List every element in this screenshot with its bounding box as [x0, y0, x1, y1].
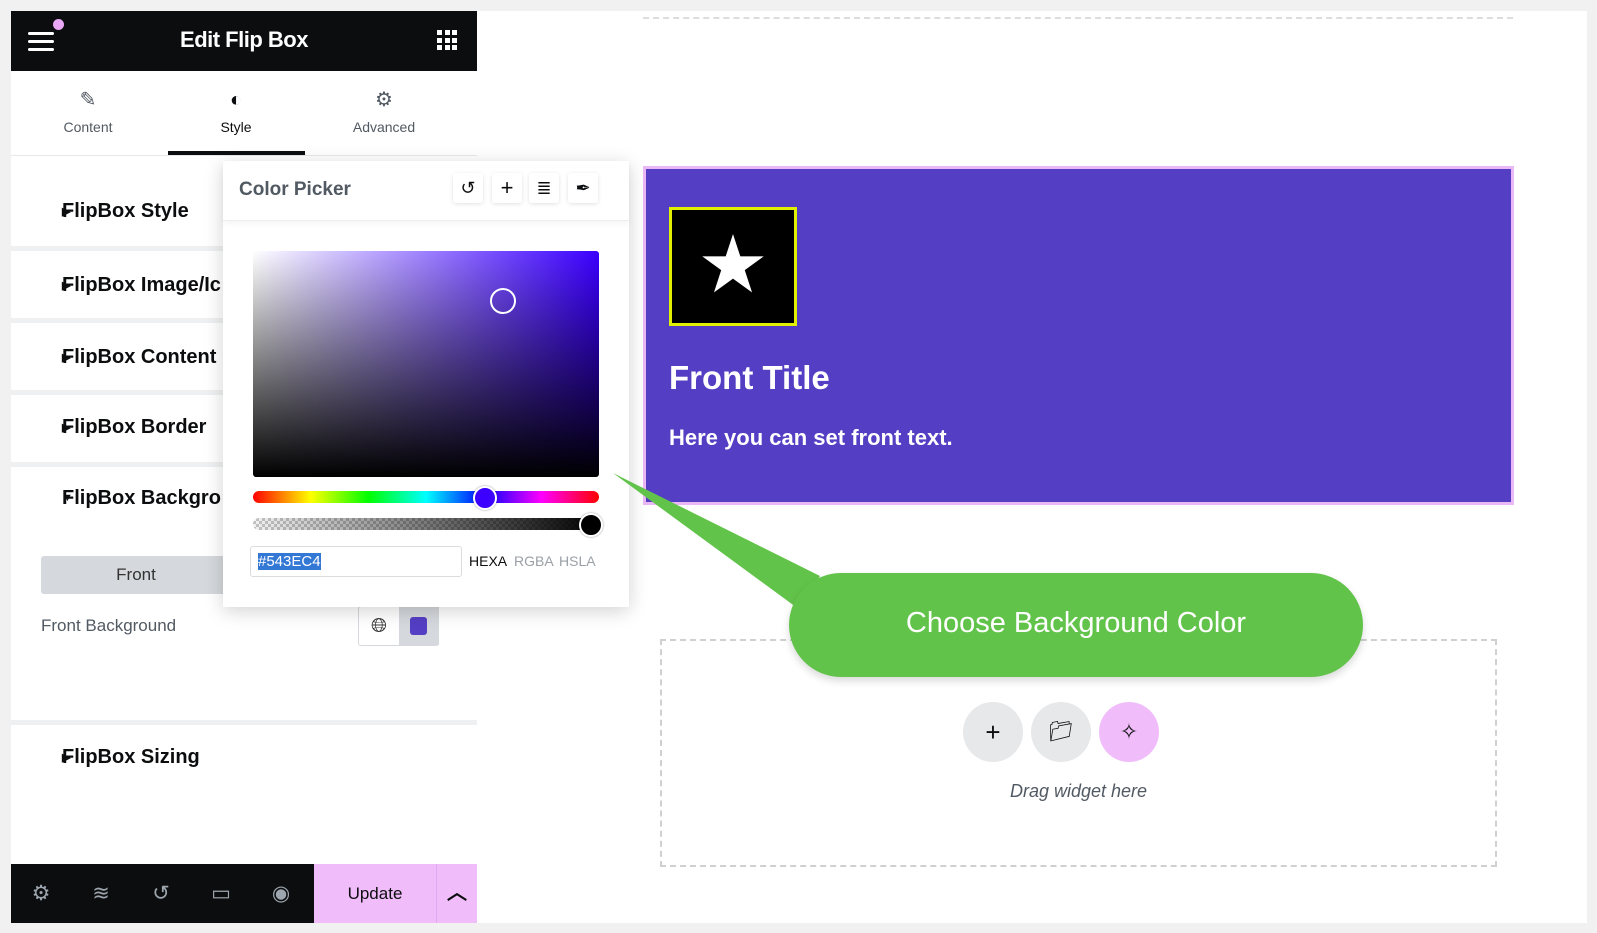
- panel-title: Edit Flip Box: [180, 27, 308, 52]
- hue-handle[interactable]: [473, 486, 497, 510]
- saturation-value-area[interactable]: [253, 251, 599, 477]
- section-label: FlipBox Image/Ic: [62, 274, 221, 296]
- color-picker-title: Color Picker: [239, 179, 351, 200]
- hex-value: #543EC4: [258, 553, 321, 570]
- ai-sparkle-icon[interactable]: ✧: [1099, 702, 1159, 762]
- active-tab-indicator: [168, 151, 305, 155]
- widgets-grid-icon[interactable]: [437, 30, 457, 50]
- chevron-up-icon[interactable]: ︿: [436, 864, 477, 923]
- section-label: FlipBox Sizing: [62, 746, 200, 768]
- alpha-slider[interactable]: [253, 518, 599, 530]
- color-handle[interactable]: [490, 288, 516, 314]
- tab-label: Content: [63, 119, 113, 135]
- panel-tabs: ✎ Content ◐ Style ⚙ Advanced: [11, 71, 477, 156]
- caret-down-icon: ▼: [62, 492, 73, 504]
- color-swatch-button[interactable]: [399, 607, 439, 645]
- caret-right-icon: ▶: [62, 422, 71, 434]
- settings-gear-icon[interactable]: ⚙: [11, 864, 71, 923]
- section-label: FlipBox Style: [62, 200, 189, 222]
- color-swatch: [410, 617, 427, 635]
- flip-box-title: Front Title: [669, 359, 830, 396]
- callout-bubble: Choose Background Color: [789, 573, 1363, 677]
- reset-icon[interactable]: ↺: [453, 173, 483, 203]
- global-colors-icon[interactable]: ≣: [529, 173, 559, 203]
- mode-rgba[interactable]: RGBA: [514, 553, 554, 569]
- hue-slider[interactable]: [253, 491, 599, 503]
- drag-widget-text: Drag widget here: [1009, 781, 1148, 801]
- section-header: ▶ FlipBox Style: [44, 200, 189, 223]
- callout-pointer-shape: [613, 473, 820, 610]
- section-header: ▶ FlipBox Image/Ic: [44, 274, 221, 297]
- flip-box-text: Here you can set front text.: [669, 425, 953, 450]
- plus-icon[interactable]: +: [492, 173, 522, 203]
- bottom-bar: ⚙ ≋ ↺ ▭ ◉ Update ︿: [11, 864, 477, 923]
- star-icon: ★: [669, 207, 797, 326]
- caret-right-icon: ▶: [62, 280, 71, 292]
- tab-label: Advanced: [352, 119, 416, 135]
- color-picker-popup: Color Picker ↺ + ≣ ✒ #543EC4 HEXA RGBA H…: [223, 161, 629, 607]
- caret-right-icon: ▶: [62, 752, 71, 764]
- pencil-icon: ✎: [79, 89, 97, 111]
- front-background-label: Front Background: [41, 616, 177, 635]
- section-header: ▶ FlipBox Content: [44, 346, 216, 369]
- caret-right-icon: ▶: [62, 206, 71, 218]
- section-header[interactable]: ▼ FlipBox Backgro: [44, 487, 221, 510]
- tab-advanced[interactable]: ⚙ Advanced: [309, 71, 459, 156]
- front-button[interactable]: Front: [41, 556, 231, 594]
- section-header: ▶ FlipBox Sizing: [44, 746, 200, 769]
- responsive-icon[interactable]: ▭: [191, 864, 251, 923]
- front-background-control: 🌐︎: [358, 606, 439, 646]
- panel-header: Edit Flip Box: [11, 11, 477, 71]
- gear-icon: ⚙: [375, 89, 393, 111]
- section-label: FlipBox Backgro: [62, 487, 221, 509]
- layers-icon[interactable]: ≋: [71, 864, 131, 923]
- section-label: FlipBox Border: [62, 416, 207, 438]
- tab-style[interactable]: ◐ Style: [161, 71, 311, 156]
- half-circle-icon: ◐: [229, 89, 243, 111]
- tab-content[interactable]: ✎ Content: [13, 71, 163, 156]
- add-section-plus-icon[interactable]: +: [963, 702, 1023, 762]
- tab-label: Style: [220, 119, 252, 135]
- preview-eye-icon[interactable]: ◉: [251, 864, 311, 923]
- update-button[interactable]: Update: [314, 864, 436, 923]
- section-label: FlipBox Content: [62, 346, 217, 368]
- globe-icon[interactable]: 🌐︎: [359, 607, 399, 645]
- history-icon[interactable]: ↺: [131, 864, 191, 923]
- section-divider: [643, 17, 1513, 19]
- section-header: ▶ FlipBox Border: [44, 416, 206, 439]
- mode-hexa[interactable]: HEXA: [469, 553, 507, 569]
- eyedropper-icon[interactable]: ✒: [568, 173, 598, 203]
- section-flipbox-sizing[interactable]: ▶ FlipBox Sizing: [11, 725, 477, 864]
- template-folder-icon[interactable]: 📁︎: [1031, 702, 1091, 762]
- hex-input[interactable]: #543EC4: [250, 546, 462, 577]
- caret-right-icon: ▶: [62, 352, 71, 364]
- mode-hsla[interactable]: HSLA: [559, 553, 596, 569]
- flip-box-widget[interactable]: ★ Front Title Here you can set front tex…: [643, 166, 1514, 505]
